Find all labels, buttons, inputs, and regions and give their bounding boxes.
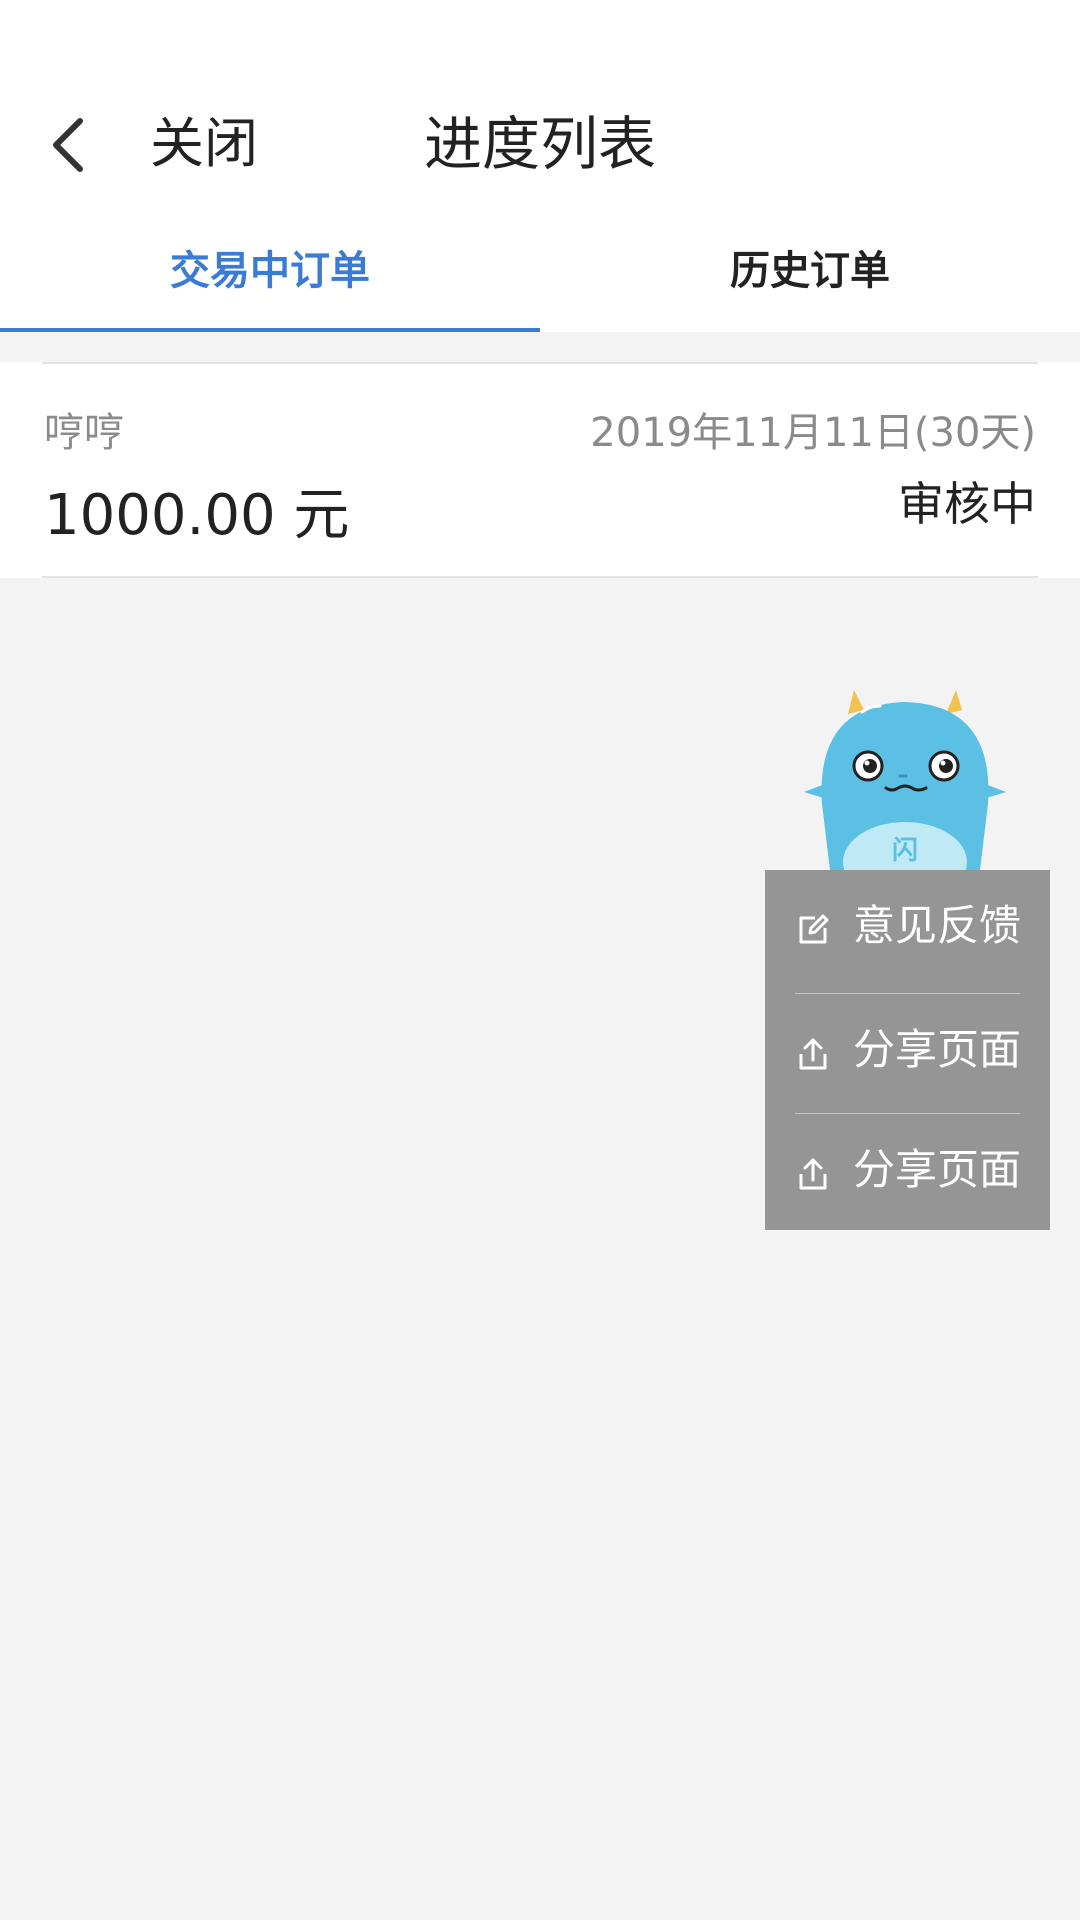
tab-bar: 交易中订单 历史订单 — [0, 210, 1080, 332]
menu-item-feedback[interactable]: 意见反馈 — [765, 870, 1050, 988]
order-status: 审核中 — [898, 477, 1036, 531]
app-header: 关闭 进度列表 — [0, 0, 1080, 210]
popup-menu: 意见反馈 分享页面 分享页面 — [765, 870, 1050, 1230]
divider — [42, 576, 1038, 578]
mascot-badge: 闪 — [892, 836, 918, 866]
edit-icon — [799, 914, 829, 944]
order-name: 哼哼 — [44, 410, 124, 456]
tab-trading-orders[interactable]: 交易中订单 — [0, 210, 540, 332]
order-date: 2019年11月11日(30天) — [590, 410, 1036, 456]
share-icon — [799, 1158, 827, 1190]
menu-item-label: 意见反馈 — [853, 901, 1022, 950]
share-icon — [799, 1038, 827, 1070]
tab-history-orders[interactable]: 历史订单 — [540, 210, 1080, 332]
menu-item-share[interactable]: 分享页面 — [765, 1114, 1050, 1232]
page-title: 进度列表 — [423, 110, 656, 178]
menu-item-label: 分享页面 — [853, 1145, 1022, 1194]
active-tab-indicator — [0, 328, 540, 332]
menu-item-label: 分享页面 — [853, 1025, 1022, 1074]
order-amount: 1000.00 元 — [44, 483, 350, 548]
mascot-icon[interactable]: 闪 — [800, 684, 1010, 870]
divider — [42, 362, 1038, 364]
order-card[interactable]: 哼哼 2019年11月11日(30天) 1000.00 元 审核中 — [0, 362, 1080, 578]
menu-item-share[interactable]: 分享页面 — [765, 994, 1050, 1112]
